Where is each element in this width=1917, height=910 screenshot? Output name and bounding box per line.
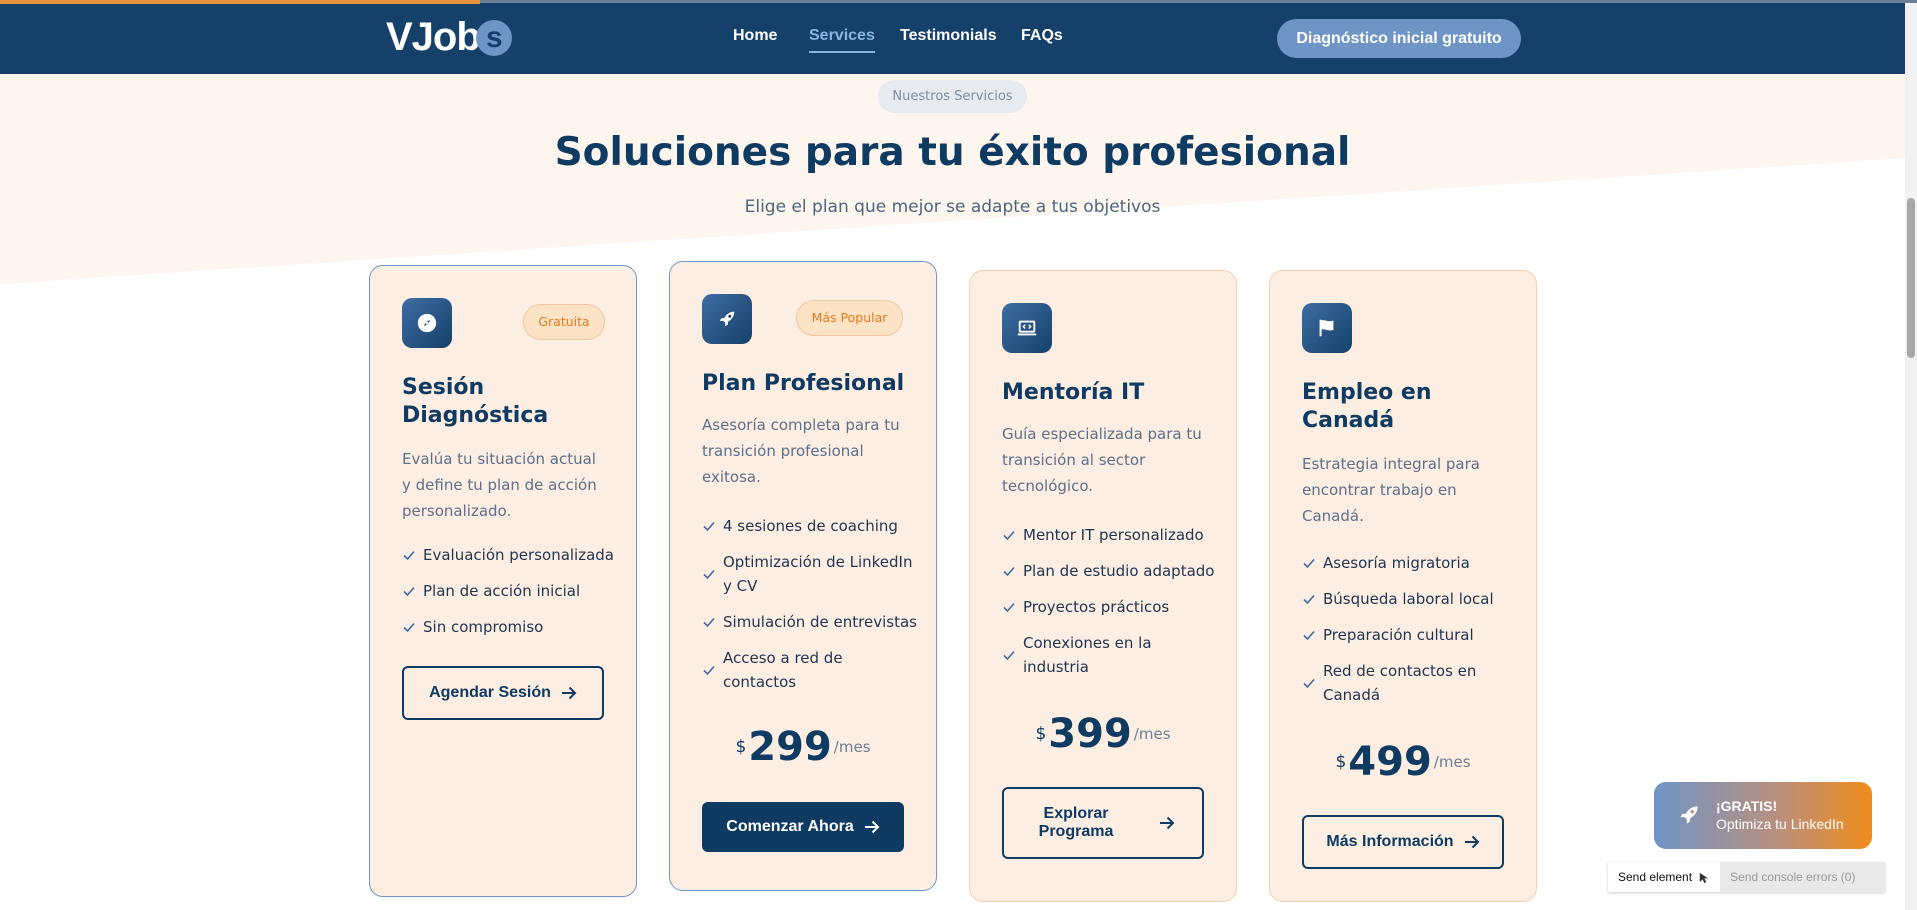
card-empleo-canada: Empleo en Canadá Estrategia integral par… (1269, 270, 1537, 902)
card-description: Guía especializada para tu transición al… (1002, 425, 1202, 495)
schedule-session-button[interactable]: Agendar Sesión (402, 666, 604, 720)
check-icon (403, 550, 415, 561)
cursor-icon (1699, 872, 1709, 883)
list-item: Proyectos prácticos (1002, 595, 1217, 619)
card-plan-profesional: Más Popular Plan Profesional Asesoría co… (669, 261, 937, 891)
check-icon (703, 521, 715, 532)
price-currency: $ (735, 737, 747, 757)
check-icon (1003, 530, 1015, 541)
compass-icon (402, 298, 452, 348)
laptop-code-icon (1002, 303, 1052, 353)
linkedin-promo-button[interactable]: ¡GRATIS! Optimiza tu LinkedIn (1654, 782, 1872, 849)
list-item: Acceso a red de contactos (702, 646, 917, 694)
price-period: /mes (1433, 753, 1471, 771)
arrow-right-icon (1464, 835, 1479, 849)
price-currency: $ (1035, 724, 1047, 744)
list-item: Plan de estudio adaptado (1002, 559, 1217, 583)
scrollbar-thumb[interactable] (1907, 198, 1915, 358)
section-title: Soluciones para tu éxito profesional (554, 130, 1351, 175)
send-element-button[interactable]: Send element (1608, 862, 1721, 892)
card-title: Plan Profesional (702, 371, 905, 396)
feature-list: Asesoría migratoria Búsqueda laboral loc… (1302, 551, 1517, 707)
list-item: Asesoría migratoria (1302, 551, 1517, 575)
nav-home[interactable]: Home (733, 27, 777, 45)
arrow-right-icon (864, 820, 880, 834)
card-mentoria-it: Mentoría IT Guía especializada para tu t… (969, 270, 1237, 902)
explore-program-button[interactable]: Explorar Programa (1002, 787, 1204, 859)
list-item: Evaluación personalizada (402, 543, 617, 567)
flag-icon (1302, 303, 1352, 353)
list-item: Mentor IT personalizado (1002, 523, 1217, 547)
list-item: Búsqueda laboral local (1302, 587, 1517, 611)
list-item: 4 sesiones de coaching (702, 514, 917, 538)
logo[interactable]: VJob s (386, 15, 512, 60)
check-icon (1003, 566, 1015, 577)
rocket-icon (702, 294, 752, 344)
price-period: /mes (833, 738, 871, 756)
rocket-icon (1680, 806, 1698, 824)
scroll-progress-track (480, 0, 1917, 3)
price: $499/mes (1270, 739, 1536, 785)
card-sesion-diagnostica: Gratuita Sesión Diagnóstica Evalúa tu si… (369, 265, 637, 897)
section-pill: Nuestros Servicios (878, 80, 1027, 113)
send-console-errors-button[interactable]: Send console errors (0) (1720, 862, 1885, 892)
check-icon (703, 569, 715, 580)
feature-list: 4 sesiones de coaching Optimización de L… (702, 514, 917, 694)
arrow-right-icon (1160, 816, 1175, 830)
dev-toolbar: Send element Send console errors (0) (1608, 862, 1885, 892)
check-icon (403, 586, 415, 597)
price-amount: 299 (748, 724, 832, 770)
check-icon (1303, 678, 1315, 689)
nav-faqs[interactable]: FAQs (1021, 27, 1063, 45)
promo-line-2: Optimiza tu LinkedIn (1716, 816, 1844, 832)
arrow-right-icon (561, 686, 577, 700)
card-description: Estrategia integral para encontrar traba… (1302, 455, 1480, 525)
nav-testimonials[interactable]: Testimonials (900, 27, 997, 45)
price-period: /mes (1133, 725, 1171, 743)
check-icon (1303, 558, 1315, 569)
badge-free: Gratuita (523, 304, 605, 340)
list-item: Plan de acción inicial (402, 579, 617, 603)
list-item: Simulación de entrevistas (702, 610, 917, 634)
check-icon (703, 617, 715, 628)
badge-popular: Más Popular (796, 300, 903, 336)
list-item: Conexiones en la industria (1002, 631, 1217, 679)
price-amount: 399 (1048, 711, 1132, 757)
diagnostic-cta-button[interactable]: Diagnóstico inicial gratuito (1277, 19, 1521, 58)
check-icon (1303, 630, 1315, 641)
price-amount: 499 (1348, 739, 1432, 785)
more-info-button[interactable]: Más Información (1302, 815, 1504, 869)
price: $299/mes (670, 724, 936, 770)
section-subtitle: Elige el plan que mejor se adapte a tus … (744, 197, 1161, 217)
feature-list: Mentor IT personalizado Plan de estudio … (1002, 523, 1217, 679)
card-title: Mentoría IT (1002, 380, 1145, 405)
promo-line-1: ¡GRATIS! (1716, 798, 1778, 814)
check-icon (703, 665, 715, 676)
check-icon (1003, 650, 1015, 661)
check-icon (1003, 602, 1015, 613)
list-item: Optimización de LinkedIn y CV (702, 550, 917, 598)
site-header: VJob s Home Services Testimonials FAQs Di… (0, 0, 1905, 74)
check-icon (1303, 594, 1315, 605)
feature-list: Evaluación personalizada Plan de acción … (402, 543, 617, 639)
list-item: Preparación cultural (1302, 623, 1517, 647)
list-item: Red de contactos en Canadá (1302, 659, 1517, 707)
logo-s-badge: s (475, 20, 512, 56)
nav-services[interactable]: Services (809, 27, 875, 53)
start-now-button[interactable]: Comenzar Ahora (702, 802, 904, 852)
check-icon (403, 622, 415, 633)
scrollbar-track[interactable] (1905, 0, 1917, 910)
card-description: Evalúa tu situación actual y define tu p… (402, 450, 597, 520)
list-item: Sin compromiso (402, 615, 617, 639)
price: $399/mes (970, 711, 1236, 757)
price-currency: $ (1335, 752, 1347, 772)
card-title: Empleo en Canadá (1302, 380, 1432, 433)
scroll-progress-bar (0, 0, 480, 4)
card-description: Asesoría completa para tu transición pro… (702, 416, 900, 486)
card-title: Sesión Diagnóstica (402, 375, 549, 428)
